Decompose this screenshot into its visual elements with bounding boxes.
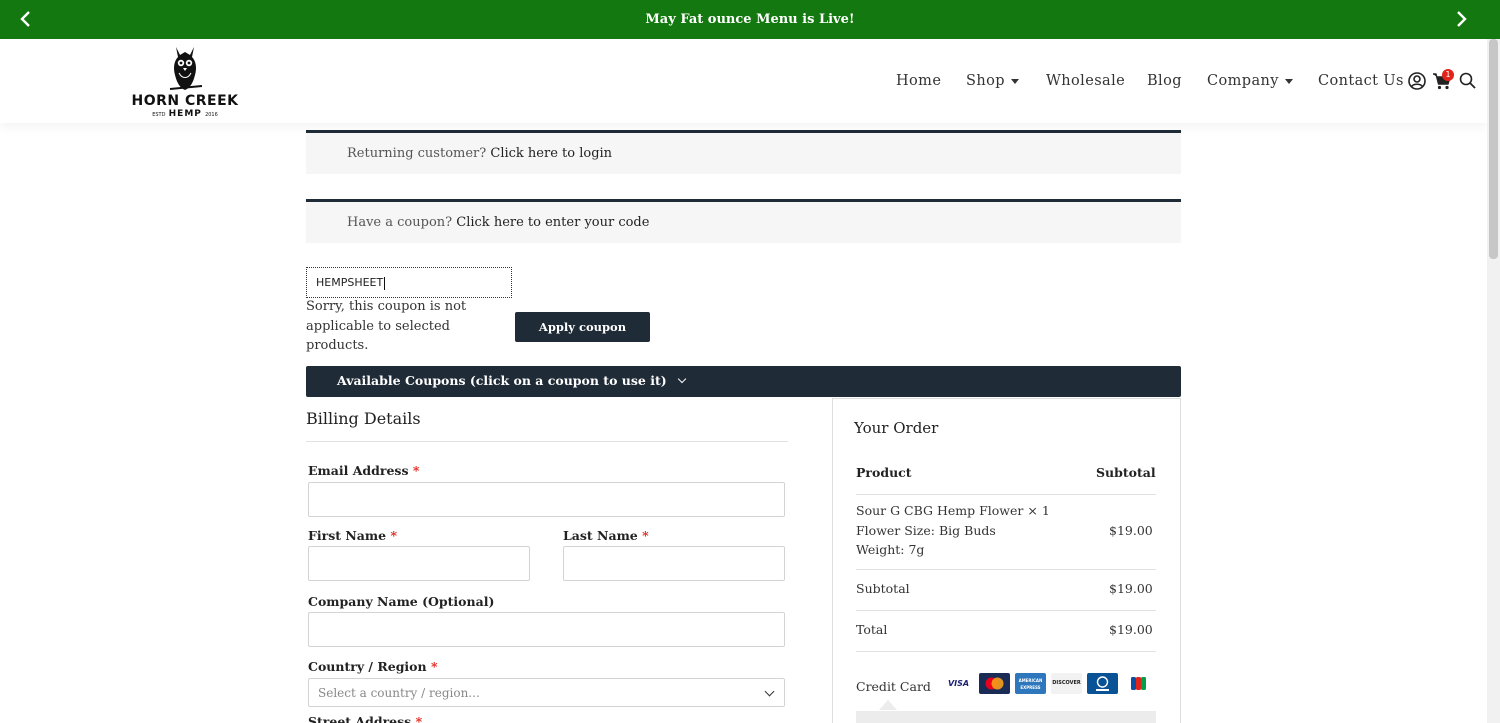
email-label: Email Address * [308,463,420,478]
amex-icon: AMERICAN EXPRESS [1015,673,1046,694]
login-notice: Returning customer? Click here to login [306,130,1181,174]
nav-blog[interactable]: Blog [1147,39,1182,123]
available-coupons-toggle[interactable]: Available Coupons (click on a coupon to … [306,366,1181,397]
caret-down-icon [1010,78,1019,84]
login-prompt: Returning customer? [347,146,487,161]
jcb-icon [1123,673,1154,694]
first-name-label: First Name * [308,528,397,543]
chevron-down-icon [677,374,686,384]
announcement-bar: May Fat ounce Menu is Live! [0,0,1500,39]
country-select[interactable]: Select a country / region... [308,678,785,707]
chevron-right-icon[interactable] [1451,9,1471,29]
coupon-link[interactable]: Click here to enter your code [456,215,649,230]
order-item-size: Flower Size: Big Buds [856,523,996,538]
page-scrollbar[interactable] [1487,39,1500,723]
announcement-text[interactable]: May Fat ounce Menu is Live! [0,0,1500,39]
coupon-notice: Have a coupon? Click here to enter your … [306,199,1181,243]
email-field[interactable] [308,482,785,517]
account-icon[interactable] [1407,71,1427,91]
owl-logo-icon [169,47,203,90]
apply-coupon-button[interactable]: Apply coupon [515,312,650,342]
order-divider [856,494,1156,495]
nav-company[interactable]: Company [1207,39,1293,123]
nav-company-label: Company [1207,73,1279,89]
site-logo[interactable]: HORN CREEK ESTD HEMP 2016 [130,43,240,119]
site-header: HORN CREEK ESTD HEMP 2016 Home Shop Whol… [0,39,1487,123]
total-value: $19.00 [1109,622,1153,637]
col-subtotal-header: Subtotal [1096,465,1156,480]
street-address-label: Street Address * [308,714,423,723]
nav-shop[interactable]: Shop [966,39,1019,123]
order-divider [856,651,1156,652]
payment-box-pointer [879,700,897,710]
subtotal-value: $19.00 [1109,581,1153,596]
order-title: Your Order [854,419,939,437]
mastercard-icon [979,673,1010,694]
total-label: Total [856,622,888,637]
card-brand-icons: VISA AMERICAN EXPRESS DISCOVER [943,673,1158,697]
visa-icon: VISA [943,673,974,694]
login-link[interactable]: Click here to login [490,146,612,161]
coupon-error-message: Sorry, this coupon is not applicable to … [306,299,467,353]
order-item-price: $19.00 [1109,523,1153,538]
billing-details-title: Billing Details [306,409,421,428]
nav-wholesale[interactable]: Wholesale [1046,39,1125,123]
company-name-field[interactable] [308,612,785,647]
last-name-label: Last Name * [563,528,649,543]
logo-brand-text: HORN CREEK [131,93,239,109]
coupon-prompt: Have a coupon? [347,215,453,230]
search-icon[interactable] [1458,71,1478,91]
credit-card-label[interactable]: Credit Card [856,679,931,694]
country-placeholder: Select a country / region... [318,686,480,700]
company-name-label: Company Name (Optional) [308,594,495,609]
logo-sub-text: ESTD HEMP 2016 [152,109,218,119]
col-product-header: Product [856,465,912,480]
nav-contact[interactable]: Contact Us [1318,39,1404,123]
text-cursor [384,276,386,290]
discover-icon: DISCOVER [1051,673,1082,694]
billing-divider [306,441,788,442]
available-coupons-label: Available Coupons (click on a coupon to … [337,373,667,388]
order-divider [856,610,1156,611]
order-divider [856,569,1156,570]
last-name-field[interactable] [563,546,785,581]
order-item-weight: Weight: 7g [856,542,925,557]
diners-club-icon [1087,673,1118,694]
first-name-field[interactable] [308,546,530,581]
order-item-name: Sour G CBG Hemp Flower × 1 [856,503,1050,518]
nav-home[interactable]: Home [896,39,941,123]
caret-down-icon [1284,78,1293,84]
coupon-code-value: HEMPSHEET [316,276,384,289]
nav-shop-label: Shop [966,73,1005,89]
order-summary: Your Order Product Subtotal Sour G CBG H… [832,398,1181,723]
country-label: Country / Region * [308,659,438,674]
payment-details-box[interactable] [856,711,1156,723]
cart-count-badge: 1 [1442,69,1454,81]
scrollbar-thumb[interactable] [1489,39,1498,259]
subtotal-label: Subtotal [856,581,910,596]
chevron-down-icon [764,686,775,697]
coupon-code-input[interactable]: HEMPSHEET [306,267,512,298]
